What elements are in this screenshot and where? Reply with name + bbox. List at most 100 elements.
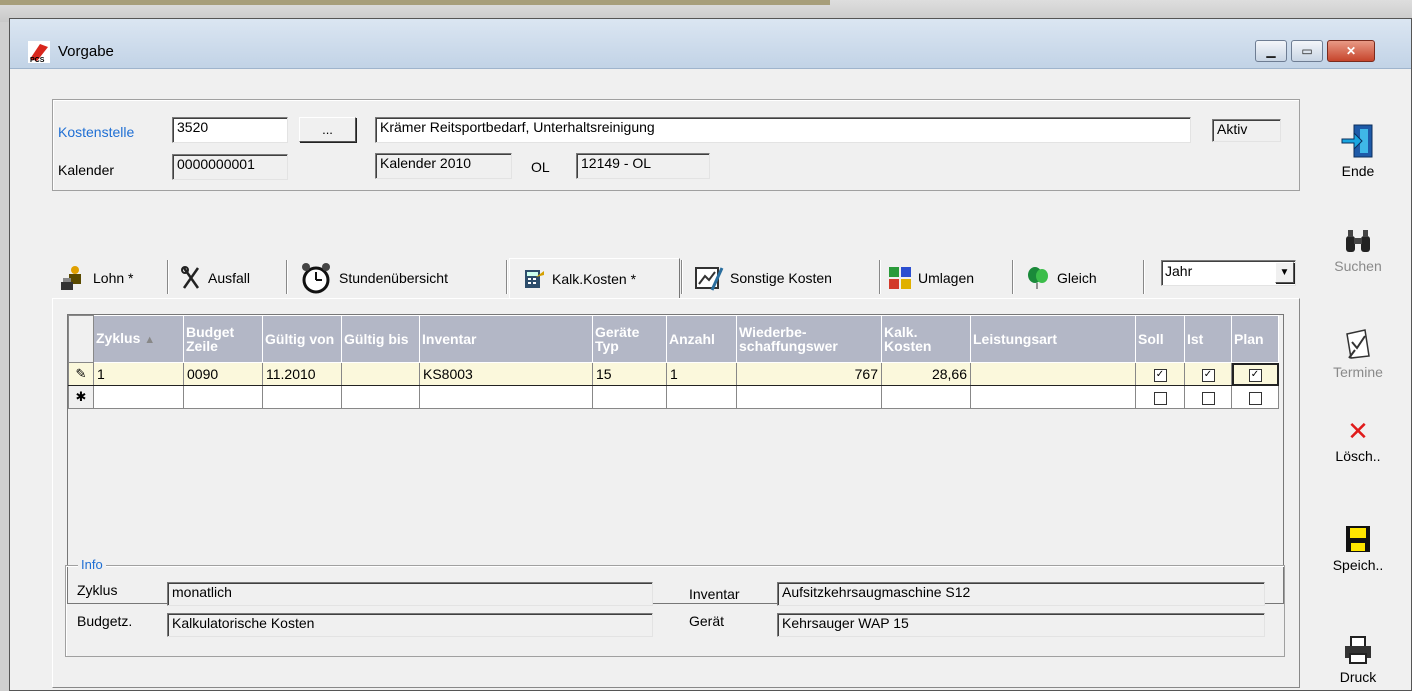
new-row[interactable]: ✱ xyxy=(68,385,1279,409)
column-header[interactable]: Leistungsart xyxy=(970,315,1136,363)
inventar-label: Inventar xyxy=(689,586,740,602)
puzzle-icon xyxy=(889,267,911,289)
ist-checkbox[interactable] xyxy=(1201,391,1215,405)
column-header[interactable]: Zyklus ▲ xyxy=(93,315,184,363)
tab-sonstige-kosten[interactable]: Sonstige Kosten xyxy=(694,258,832,298)
balloon-icon xyxy=(1028,267,1048,289)
tab-kalk-kosten[interactable]: Kalk.Kosten * xyxy=(509,258,680,298)
column-header[interactable]: Soll xyxy=(1135,315,1185,363)
kalender-label: Kalender xyxy=(58,162,115,178)
ist-checkbox-cell[interactable]: ✓ xyxy=(1184,362,1232,386)
column-header[interactable]: Gültig bis xyxy=(341,315,420,363)
ist-checkbox-cell[interactable] xyxy=(1184,385,1232,409)
plan-checkbox[interactable]: ✓ xyxy=(1248,368,1262,382)
tab-divider xyxy=(879,260,881,294)
tab-ausfall[interactable]: Ausfall xyxy=(180,258,250,298)
suchen-button[interactable]: Suchen xyxy=(1318,228,1398,274)
ist-checkbox[interactable]: ✓ xyxy=(1201,368,1215,382)
table-cell[interactable]: 15 xyxy=(592,362,667,386)
period-select[interactable]: Jahr ▼ xyxy=(1161,260,1296,286)
plan-checkbox-cell[interactable] xyxy=(1231,385,1279,409)
zyklus-info-field: monatlich xyxy=(167,582,653,606)
column-header[interactable]: Gültig von xyxy=(262,315,342,363)
table-cell[interactable] xyxy=(736,385,882,409)
vorgabe-window: PCS Vorgabe ▁ ▭ ✕ Kostenstelle 3520 ... … xyxy=(9,18,1412,691)
tab-gleich[interactable]: Gleich xyxy=(1025,258,1097,298)
druck-label: Druck xyxy=(1339,669,1377,685)
ende-button[interactable]: Ende xyxy=(1318,123,1398,179)
table-row[interactable]: ✎ 1 0090 11.2010 KS8003 15 1 767 28,66 ✓… xyxy=(68,362,1279,386)
table-cell[interactable]: 1 xyxy=(666,362,737,386)
description-input[interactable]: Krämer Reitsportbedarf, Unterhaltsreinig… xyxy=(375,117,1191,143)
zyklus-label: Zyklus xyxy=(77,582,118,598)
maximize-button[interactable]: ▭ xyxy=(1291,40,1323,62)
table-cell[interactable]: 767 xyxy=(736,362,882,386)
tab-umlagen[interactable]: Umlagen xyxy=(888,258,974,298)
table-cell[interactable] xyxy=(341,362,420,386)
table-cell[interactable] xyxy=(419,385,593,409)
browse-button[interactable]: ... xyxy=(299,117,356,142)
table-cell[interactable]: 11.2010 xyxy=(262,362,342,386)
new-row-asterisk-icon: ✱ xyxy=(68,385,94,409)
table-cell[interactable] xyxy=(93,385,184,409)
tab-lohn[interactable]: Lohn * xyxy=(59,258,133,298)
table-cell[interactable] xyxy=(970,362,1136,386)
soll-checkbox-cell[interactable] xyxy=(1135,385,1185,409)
column-header[interactable]: Wiederbe-schaffungswer xyxy=(736,315,882,363)
ol-label: OL xyxy=(531,159,550,175)
column-header-label: Zyklus xyxy=(96,330,141,346)
floppy-disk-icon xyxy=(1346,526,1370,552)
chart-edit-icon xyxy=(695,267,724,291)
kalender-field: 0000000001 xyxy=(172,154,288,180)
table-cell[interactable]: KS8003 xyxy=(419,362,593,386)
plan-checkbox[interactable] xyxy=(1248,391,1262,405)
loesch-label: Lösch.. xyxy=(1335,448,1381,464)
column-header[interactable]: Inventar xyxy=(419,315,593,363)
table-cell[interactable] xyxy=(341,385,420,409)
table-cell[interactable] xyxy=(183,385,263,409)
loesch-button[interactable]: ✕ Lösch.. xyxy=(1318,418,1398,464)
plan-checkbox-cell[interactable]: ✓ xyxy=(1231,362,1279,386)
kostenstelle-input[interactable]: 3520 xyxy=(172,117,288,143)
termine-label: Termine xyxy=(1333,364,1383,380)
minimize-button[interactable]: ▁ xyxy=(1255,40,1287,62)
chevron-down-icon[interactable]: ▼ xyxy=(1275,262,1294,283)
tab-stundenuebersicht[interactable]: Stundenübersicht xyxy=(299,258,448,298)
tab-divider xyxy=(506,260,508,294)
period-select-value: Jahr xyxy=(1165,263,1193,279)
table-cell[interactable] xyxy=(881,385,971,409)
kalk-kosten-grid[interactable]: Zyklus ▲ Budget Zeile Gültig von Gültig … xyxy=(67,314,1284,604)
edit-pencil-icon: ✎ xyxy=(68,362,94,386)
soll-checkbox[interactable]: ✓ xyxy=(1153,368,1167,382)
column-header[interactable]: Plan xyxy=(1231,315,1279,363)
table-cell[interactable] xyxy=(666,385,737,409)
column-header[interactable]: Budget Zeile xyxy=(183,315,263,363)
title-bar[interactable]: PCS Vorgabe ▁ ▭ ✕ xyxy=(10,19,1411,69)
kostenstelle-label[interactable]: Kostenstelle xyxy=(58,124,134,140)
column-header[interactable]: Geräte Typ xyxy=(592,315,667,363)
status-field: Aktiv xyxy=(1212,119,1281,142)
info-group xyxy=(65,565,1285,657)
table-cell[interactable] xyxy=(592,385,667,409)
column-header[interactable]: Anzahl xyxy=(666,315,737,363)
svg-text:PCS: PCS xyxy=(30,57,45,63)
column-header[interactable]: Kalk. Kosten xyxy=(881,315,971,363)
minimize-icon: ▁ xyxy=(1266,44,1276,58)
table-cell[interactable]: 1 xyxy=(93,362,184,386)
speich-button[interactable]: Speich.. xyxy=(1318,525,1398,573)
soll-checkbox-cell[interactable]: ✓ xyxy=(1135,362,1185,386)
window-content: Kostenstelle 3520 ... Krämer Reitsportbe… xyxy=(10,70,1411,690)
table-cell[interactable] xyxy=(262,385,342,409)
geraet-label: Gerät xyxy=(689,613,725,629)
termine-button[interactable]: Termine xyxy=(1318,328,1398,380)
table-cell[interactable] xyxy=(970,385,1136,409)
tab-lohn-label: Lohn * xyxy=(93,270,134,286)
tab-divider xyxy=(167,260,169,294)
druck-button[interactable]: Druck xyxy=(1318,635,1398,685)
soll-checkbox[interactable] xyxy=(1153,391,1167,405)
alarm-clock-icon xyxy=(302,263,330,294)
table-cell[interactable]: 0090 xyxy=(183,362,263,386)
close-button[interactable]: ✕ xyxy=(1327,40,1375,62)
table-cell[interactable]: 28,66 xyxy=(881,362,971,386)
column-header[interactable]: Ist xyxy=(1184,315,1232,363)
